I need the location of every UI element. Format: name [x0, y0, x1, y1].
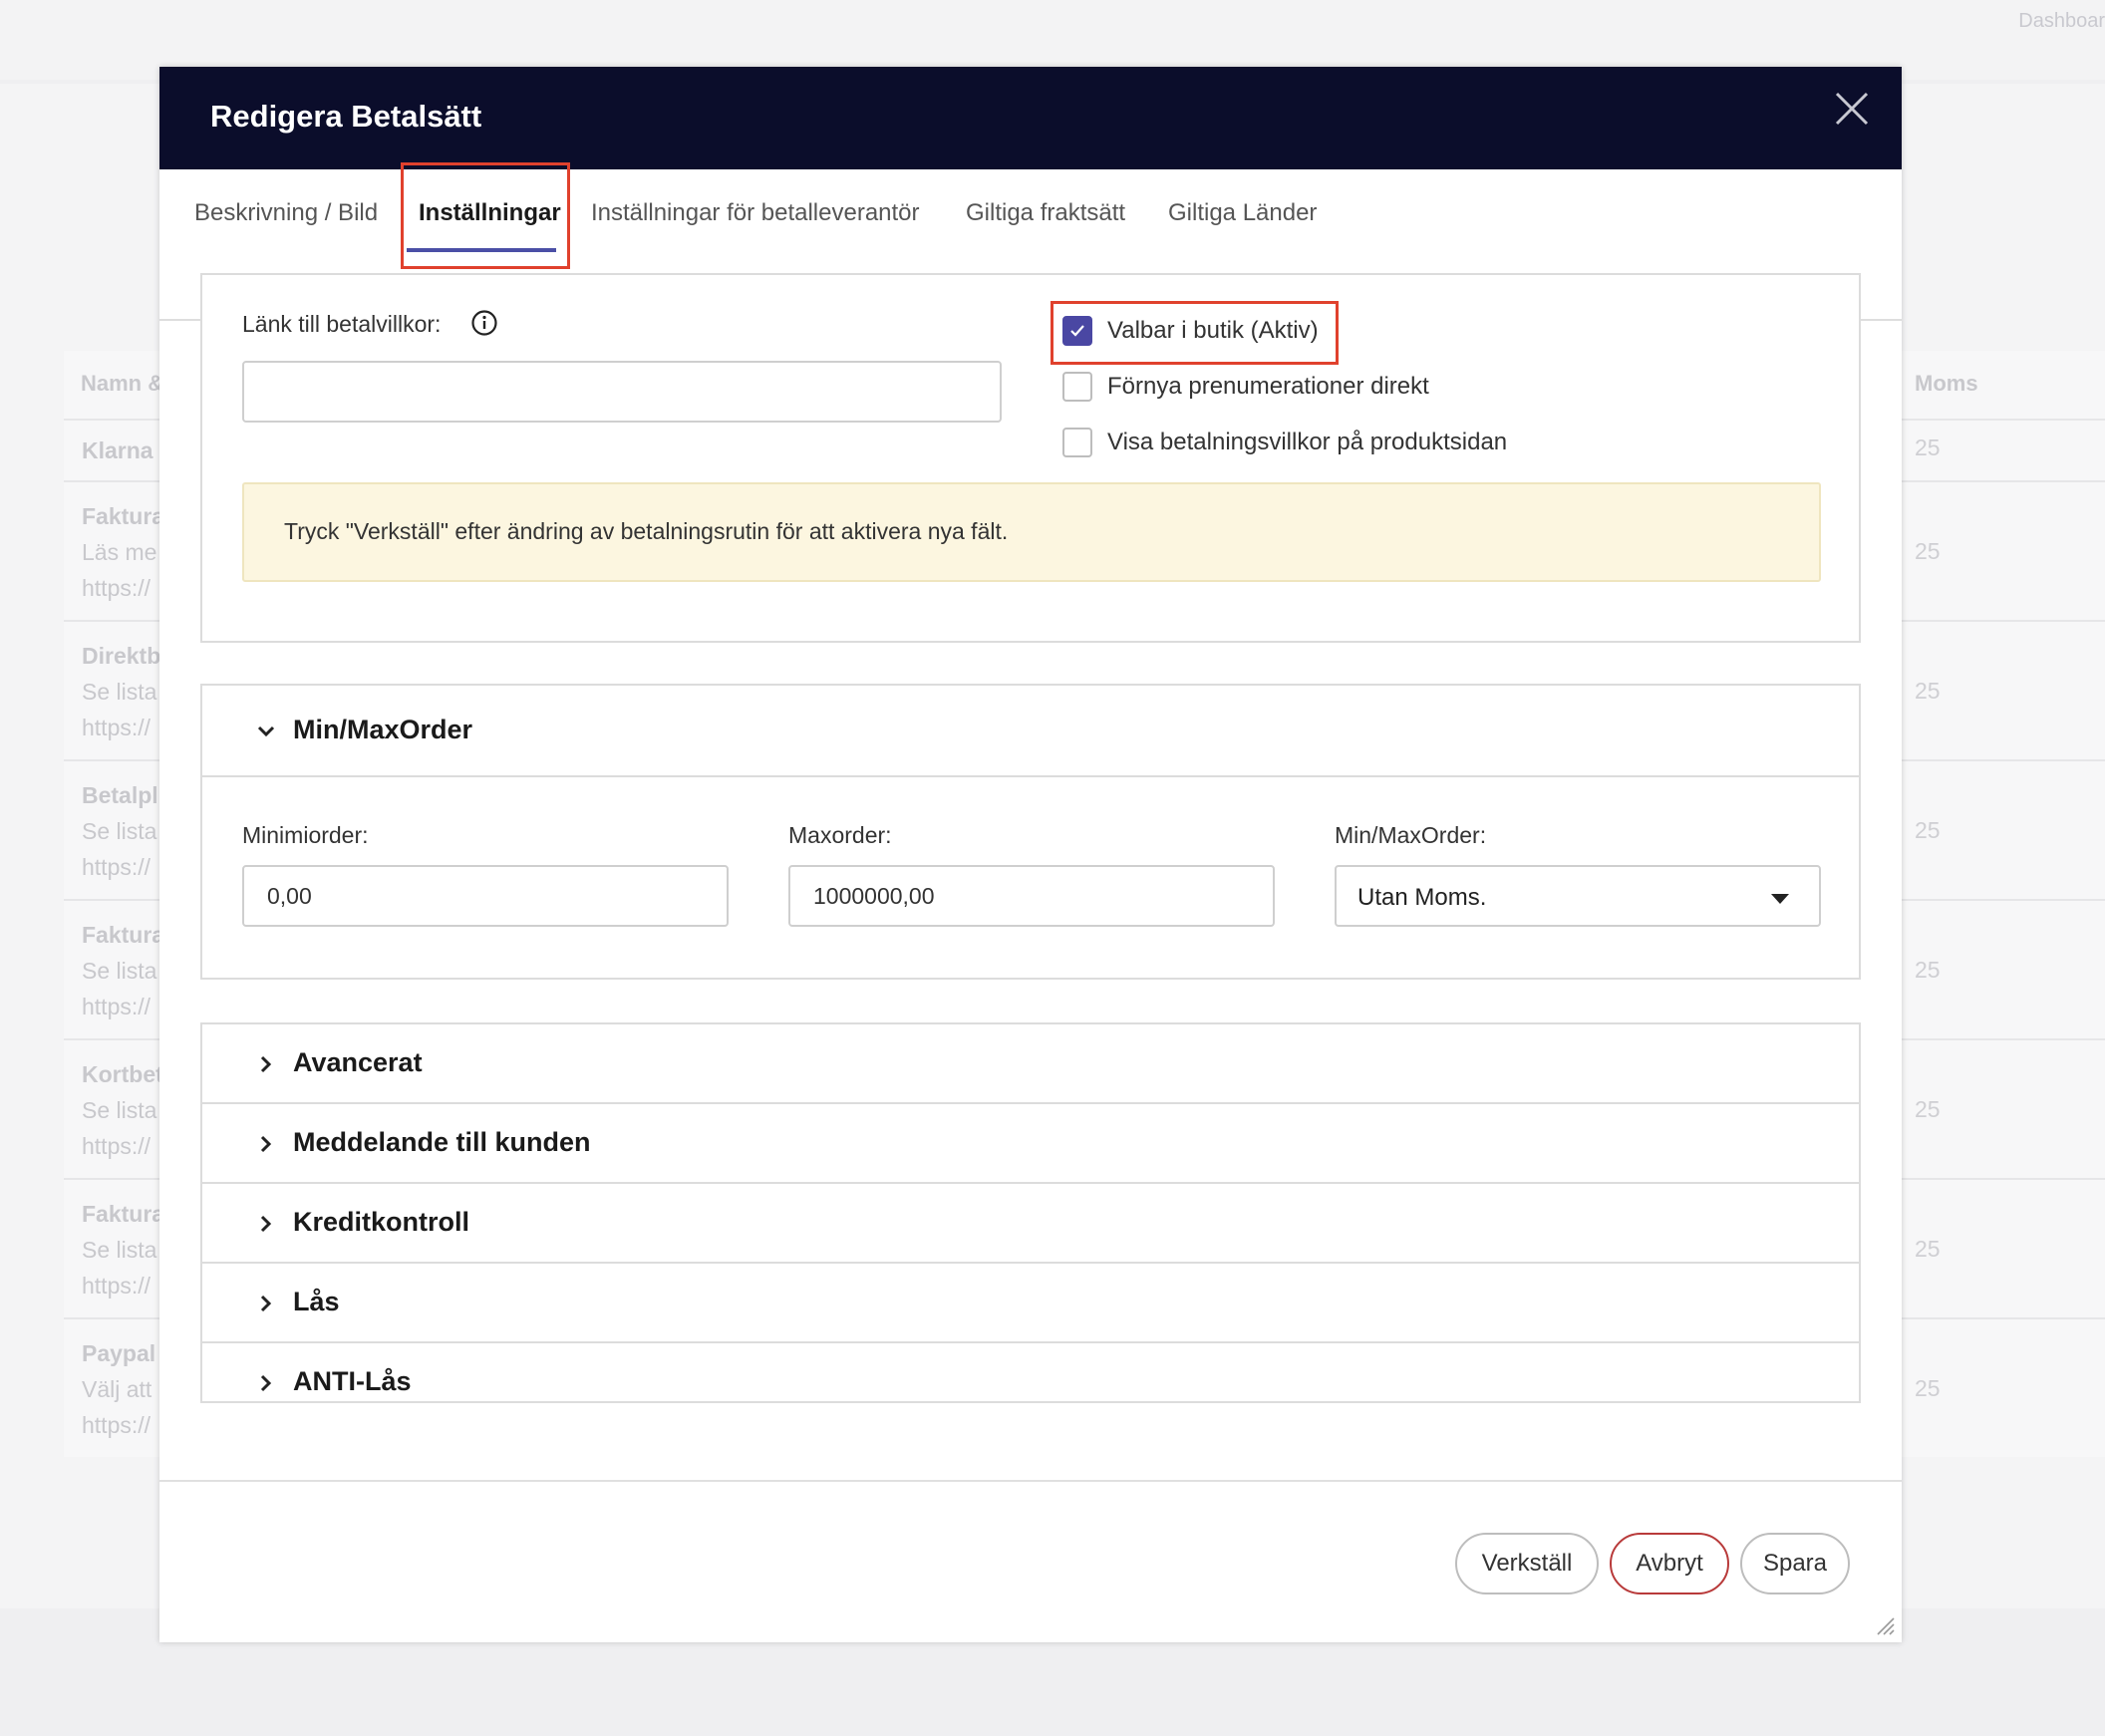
row-url: https://: [82, 1412, 151, 1438]
save-button[interactable]: Spara: [1740, 1533, 1850, 1594]
section-title: ANTI-Lås: [293, 1366, 412, 1396]
dialog-title: Redigera Betalsätt: [210, 99, 482, 134]
row-url: https://: [82, 854, 151, 880]
section-advanced[interactable]: Avancerat: [202, 1024, 1861, 1104]
max-order-input[interactable]: [788, 865, 1275, 927]
row-url: https://: [82, 994, 151, 1019]
dialog-header: Redigera Betalsätt: [159, 67, 1902, 169]
row-description: Se lista: [82, 1097, 157, 1123]
minmax-mode-label: Min/MaxOrder:: [1335, 822, 1487, 848]
max-order-label: Maxorder:: [788, 822, 892, 848]
row-name: Faktura: [82, 1201, 165, 1227]
row-name: Direktb: [82, 643, 161, 669]
cancel-button[interactable]: Avbryt: [1610, 1533, 1729, 1594]
chevron-down-icon: [257, 725, 275, 737]
notice-text: Tryck "Verkställ" efter ändring av betal…: [284, 518, 1009, 544]
chevron-right-icon: [260, 1215, 272, 1233]
dashboard-link[interactable]: Dashboar: [2018, 10, 2105, 33]
row-description: Välj att: [82, 1376, 152, 1402]
row-moms: 25: [1915, 1096, 1941, 1122]
section-title: Kreditkontroll: [293, 1207, 470, 1237]
row-moms: 25: [1915, 678, 1941, 704]
row-moms: 25: [1915, 1375, 1941, 1401]
minmax-mode-select[interactable]: Utan Moms.: [1335, 865, 1821, 927]
general-settings-panel: Länk till betalvillkor: Valbar i butik (…: [200, 273, 1861, 643]
info-notice: Tryck "Verkställ" efter ändring av betal…: [242, 482, 1821, 582]
row-description: Se lista: [82, 958, 157, 984]
row-name: Kortbet: [82, 1061, 163, 1087]
row-name: Betalpl: [82, 782, 158, 808]
row-moms: 25: [1915, 957, 1941, 983]
tab-valid-shipping-methods[interactable]: Giltiga fraktsätt: [966, 199, 1125, 227]
section-title: Meddelande till kunden: [293, 1127, 591, 1157]
tab-valid-countries[interactable]: Giltiga Länder: [1168, 199, 1317, 227]
minmax-order-title: Min/MaxOrder: [293, 715, 473, 744]
row-moms: 25: [1915, 434, 1941, 460]
row-moms: 25: [1915, 817, 1941, 843]
row-url: https://: [82, 575, 151, 601]
row-url: https://: [82, 715, 151, 740]
row-name: Klarna: [82, 437, 153, 463]
section-lock[interactable]: Lås: [202, 1262, 1861, 1341]
edit-payment-method-dialog: Redigera Betalsätt Beskrivning / Bild In…: [159, 67, 1902, 1642]
minmax-order-header[interactable]: Min/MaxOrder: [202, 686, 1859, 777]
apply-button[interactable]: Verkställ: [1455, 1533, 1599, 1594]
chevron-right-icon: [260, 1055, 272, 1073]
row-name: Paypal: [82, 1340, 156, 1366]
row-description: Läs me: [82, 539, 157, 565]
min-order-label: Minimiorder:: [242, 822, 369, 848]
footer-divider: [159, 1480, 1902, 1482]
row-moms: 25: [1915, 538, 1941, 564]
min-order-input[interactable]: [242, 865, 729, 927]
renew-subscriptions-checkbox[interactable]: [1062, 372, 1092, 402]
section-anti-lock[interactable]: ANTI-Lås: [202, 1341, 1861, 1401]
tab-payment-provider-settings[interactable]: Inställningar för betalleverantör: [591, 199, 920, 227]
minmax-mode-value: Utan Moms.: [1357, 884, 1487, 911]
chevron-right-icon: [260, 1374, 272, 1392]
column-header-moms[interactable]: Moms: [1915, 371, 1978, 397]
caret-down-icon: [1771, 894, 1789, 904]
row-name: Faktura: [82, 922, 165, 948]
row-url: https://: [82, 1273, 151, 1299]
row-name: Faktura: [82, 503, 165, 529]
section-title: Avancerat: [293, 1047, 423, 1077]
chevron-right-icon: [260, 1295, 272, 1312]
resize-handle-icon[interactable]: [1874, 1614, 1896, 1636]
row-description: Se lista: [82, 679, 157, 705]
show-terms-on-product-label[interactable]: Visa betalningsvillkor på produktsidan: [1107, 429, 1507, 456]
section-customer-message[interactable]: Meddelande till kunden: [202, 1102, 1861, 1182]
minmax-order-panel: Min/MaxOrder Minimiorder: Maxorder: Min/…: [200, 684, 1861, 980]
renew-subscriptions-label[interactable]: Förnya prenumerationer direkt: [1107, 373, 1429, 401]
tab-description-image[interactable]: Beskrivning / Bild: [194, 199, 378, 227]
show-terms-on-product-checkbox[interactable]: [1062, 428, 1092, 457]
terms-link-input[interactable]: [242, 361, 1002, 423]
row-description: Se lista: [82, 818, 157, 844]
highlight-settings-tab: [401, 162, 570, 269]
highlight-active-checkbox: [1051, 301, 1339, 365]
column-header-name[interactable]: Namn &: [81, 371, 163, 397]
info-icon[interactable]: [470, 309, 498, 337]
row-description: Se lista: [82, 1237, 157, 1263]
accordion-sections: Avancerat Meddelande till kunden Kreditk…: [200, 1022, 1861, 1403]
row-moms: 25: [1915, 1236, 1941, 1262]
section-credit-check[interactable]: Kreditkontroll: [202, 1182, 1861, 1262]
close-icon[interactable]: [1830, 87, 1874, 131]
section-title: Lås: [293, 1287, 340, 1316]
chevron-right-icon: [260, 1135, 272, 1153]
terms-link-label: Länk till betalvillkor:: [242, 311, 442, 337]
row-url: https://: [82, 1133, 151, 1159]
